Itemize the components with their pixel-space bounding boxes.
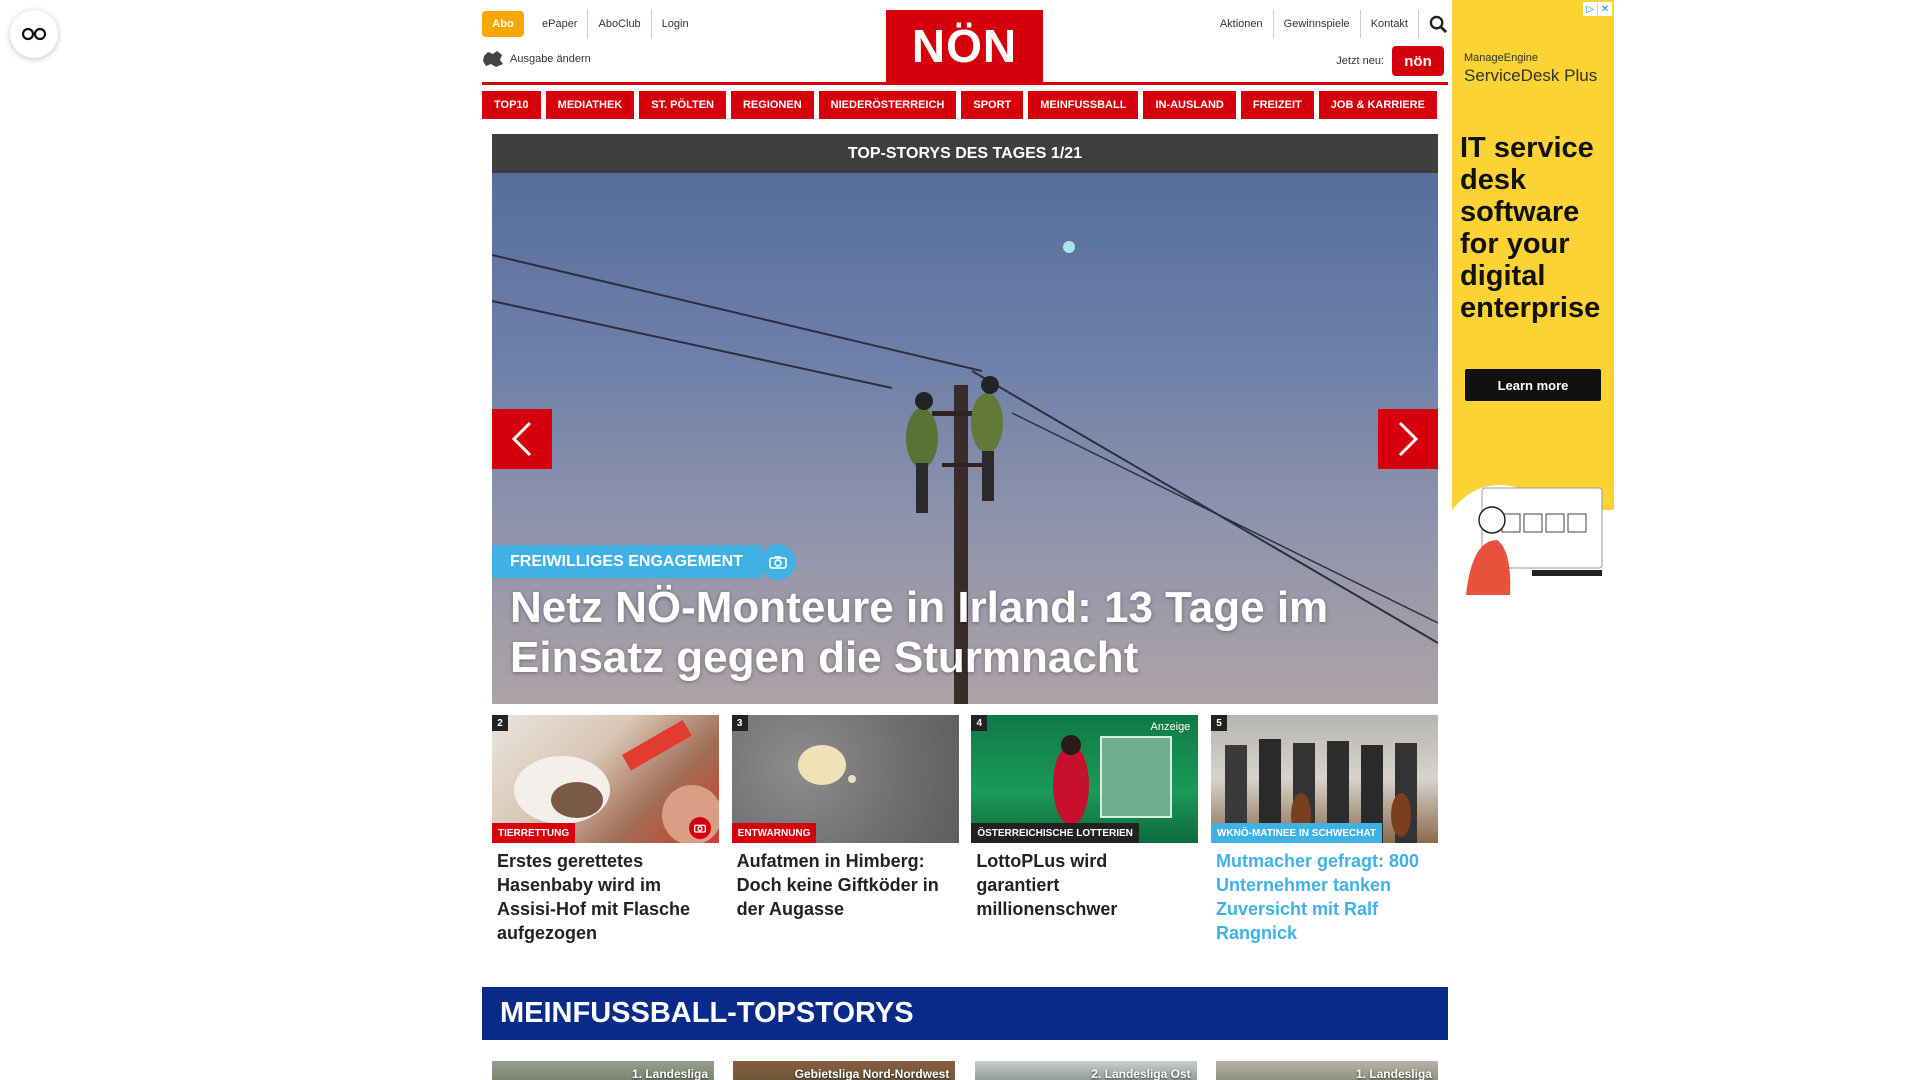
hero-headline[interactable]: Netz NÖ-Monteure in Irland: 13 Tage im E… [510, 583, 1410, 683]
aktionen-link[interactable]: Aktionen [1210, 10, 1273, 38]
photo-gallery-badge [760, 544, 796, 580]
header-divider [482, 82, 1448, 85]
ad-cta-button[interactable]: Learn more [1465, 369, 1601, 401]
top-stories-carousel: TOP-STORYS DES TAGES 1/21 FREIWILLIGES E… [492, 134, 1438, 704]
category-badge[interactable]: ENTWARNUNG [731, 823, 817, 843]
reader-glasses-icon [22, 27, 46, 41]
nav-niederoesterreich[interactable]: NIEDERÖSTERREICH [818, 91, 957, 119]
teaser-headline[interactable]: LottoPLus wird garantiert millionenschwe… [976, 849, 1193, 921]
reader-mode-button[interactable] [10, 10, 58, 58]
category-badge[interactable]: WKNÖ-MATINEE IN SCHWECHAT [1210, 823, 1383, 843]
teaser-image[interactable]: 5 WKNÖ-MATINEE IN SCHWECHAT [1210, 715, 1438, 843]
nav-sport[interactable]: SPORT [961, 91, 1024, 119]
hero-story[interactable]: FREIWILLIGES ENGAGEMENT Netz NÖ-Monteure… [492, 173, 1438, 704]
nav-job-karriere[interactable]: JOB & KARRIERE [1318, 91, 1437, 119]
teaser-card[interactable]: 5 WKNÖ-MATINEE IN SCHWECHAT Mutmacher ge… [1210, 715, 1438, 945]
teaser-card[interactable]: 2 TIERRETTUNG Erstes gerettetes Hasenbab… [492, 715, 719, 945]
advertisement[interactable]: ▷ ✕ ManageEngine ServiceDesk Plus IT ser… [1452, 0, 1614, 600]
teaser-headline[interactable]: Aufatmen in Himberg: Doch keine Giftköde… [737, 849, 954, 921]
league-label: 2. Landesliga Ost [1091, 1067, 1191, 1080]
league-label: 1. Landesliga [1355, 1067, 1432, 1080]
rank-number: 3 [731, 715, 748, 731]
non-logo[interactable]: NÖN [886, 10, 1043, 82]
rank-number: 2 [492, 715, 508, 731]
ad-label: Anzeige [1150, 721, 1191, 733]
rank-number: 4 [971, 715, 988, 731]
ad-info-icon[interactable]: ▷ [1583, 2, 1597, 16]
meinfussball-teasers: 1. Landesliga Gebietsliga Nord-Nordwest … [492, 1061, 1438, 1080]
kontakt-link[interactable]: Kontakt [1359, 10, 1418, 38]
jetzt-label: Jetzt neu: [1336, 55, 1384, 67]
top-links: ePaper AboClub Login [532, 10, 699, 38]
abo-button[interactable]: Abo [482, 11, 524, 37]
carousel-next-button[interactable] [1378, 409, 1438, 469]
edition-label: Ausgabe ändern [510, 53, 591, 65]
main-nav: TOP10 MEDIATHEK ST. PÖLTEN REGIONEN NIED… [482, 91, 1442, 119]
teaser-image[interactable]: 3 ENTWARNUNG [731, 715, 959, 843]
teaser-image[interactable]: 2 TIERRETTUNG [492, 715, 719, 843]
jetzt-neu[interactable]: Jetzt neu: nön [1336, 46, 1444, 76]
lower-austria-map-icon [483, 51, 503, 67]
gallery-badge [689, 817, 711, 839]
category-badge[interactable]: ÖSTERREICHISCHE LOTTERIEN [971, 823, 1139, 843]
nav-st-poelten[interactable]: ST. PÖLTEN [639, 91, 726, 119]
ad-close-icon[interactable]: ✕ [1598, 2, 1612, 16]
nav-meinfussball[interactable]: MEINFUSSBALL [1028, 91, 1139, 119]
fussball-teaser[interactable]: 1. Landesliga [1215, 1061, 1438, 1080]
aboclub-link[interactable]: AboClub [587, 10, 650, 38]
story-teasers: 2 TIERRETTUNG Erstes gerettetes Hasenbab… [492, 715, 1438, 945]
carousel-heading: TOP-STORYS DES TAGES 1/21 [492, 134, 1438, 173]
teaser-headline[interactable]: Mutmacher gefragt: 800 Unternehmer tanke… [1216, 849, 1433, 945]
login-link[interactable]: Login [650, 10, 699, 38]
league-label: Gebietsliga Nord-Nordwest [794, 1067, 950, 1080]
gewinnspiele-link[interactable]: Gewinnspiele [1272, 10, 1360, 38]
ad-brand-small: ManageEngine [1464, 52, 1539, 64]
category-badge[interactable]: TIERRETTUNG [492, 823, 576, 843]
chevron-right-icon [1398, 421, 1419, 457]
fussball-teaser[interactable]: 1. Landesliga [492, 1061, 714, 1080]
nav-freizeit[interactable]: FREIZEIT [1240, 91, 1314, 119]
hero-category-tag[interactable]: FREIWILLIGES ENGAGEMENT [492, 545, 761, 578]
rank-number: 5 [1210, 715, 1227, 731]
camera-icon [694, 824, 706, 833]
fussball-teaser[interactable]: Gebietsliga Nord-Nordwest [733, 1061, 956, 1080]
jetzt-badge: nön [1392, 46, 1444, 76]
teaser-card[interactable]: 3 ENTWARNUNG Aufatmen in Himberg: Doch k… [731, 715, 959, 945]
teaser-image[interactable]: 4 Anzeige ÖSTERREICHISCHE LOTTERIEN [971, 715, 1199, 843]
league-label: 1. Landesliga [631, 1067, 708, 1080]
ad-choices[interactable]: ▷ ✕ [1582, 2, 1612, 16]
fussball-teaser[interactable]: 2. Landesliga Ost [974, 1061, 1197, 1080]
ad-headline: IT service desk software for your digita… [1460, 132, 1601, 324]
nav-in-ausland[interactable]: IN-AUSLAND [1143, 91, 1236, 119]
nav-top10[interactable]: TOP10 [482, 91, 541, 119]
ad-brand: ServiceDesk Plus [1464, 66, 1598, 85]
teaser-headline[interactable]: Erstes gerettetes Hasenbaby wird im Assi… [497, 849, 714, 945]
nav-mediathek[interactable]: MEDIATHEK [545, 91, 635, 119]
search-button[interactable] [1418, 10, 1448, 38]
ad-illustration [1452, 485, 1614, 600]
nav-regionen[interactable]: REGIONEN [730, 91, 814, 119]
search-icon [1429, 15, 1448, 33]
teaser-card[interactable]: 4 Anzeige ÖSTERREICHISCHE LOTTERIEN Lott… [971, 715, 1199, 945]
epaper-link[interactable]: ePaper [532, 10, 587, 38]
camera-icon [769, 556, 787, 569]
page-container: Abo ePaper AboClub Login Aktionen Gewinn… [482, 0, 1448, 1080]
chevron-left-icon [511, 421, 532, 457]
carousel-prev-button[interactable] [492, 409, 552, 469]
meinfussball-heading[interactable]: MEINFUSSBALL-TOPSTORYS [482, 987, 1448, 1040]
right-links: Aktionen Gewinnspiele Kontakt [1210, 10, 1448, 38]
edition-switcher[interactable]: Ausgabe ändern [482, 50, 591, 68]
